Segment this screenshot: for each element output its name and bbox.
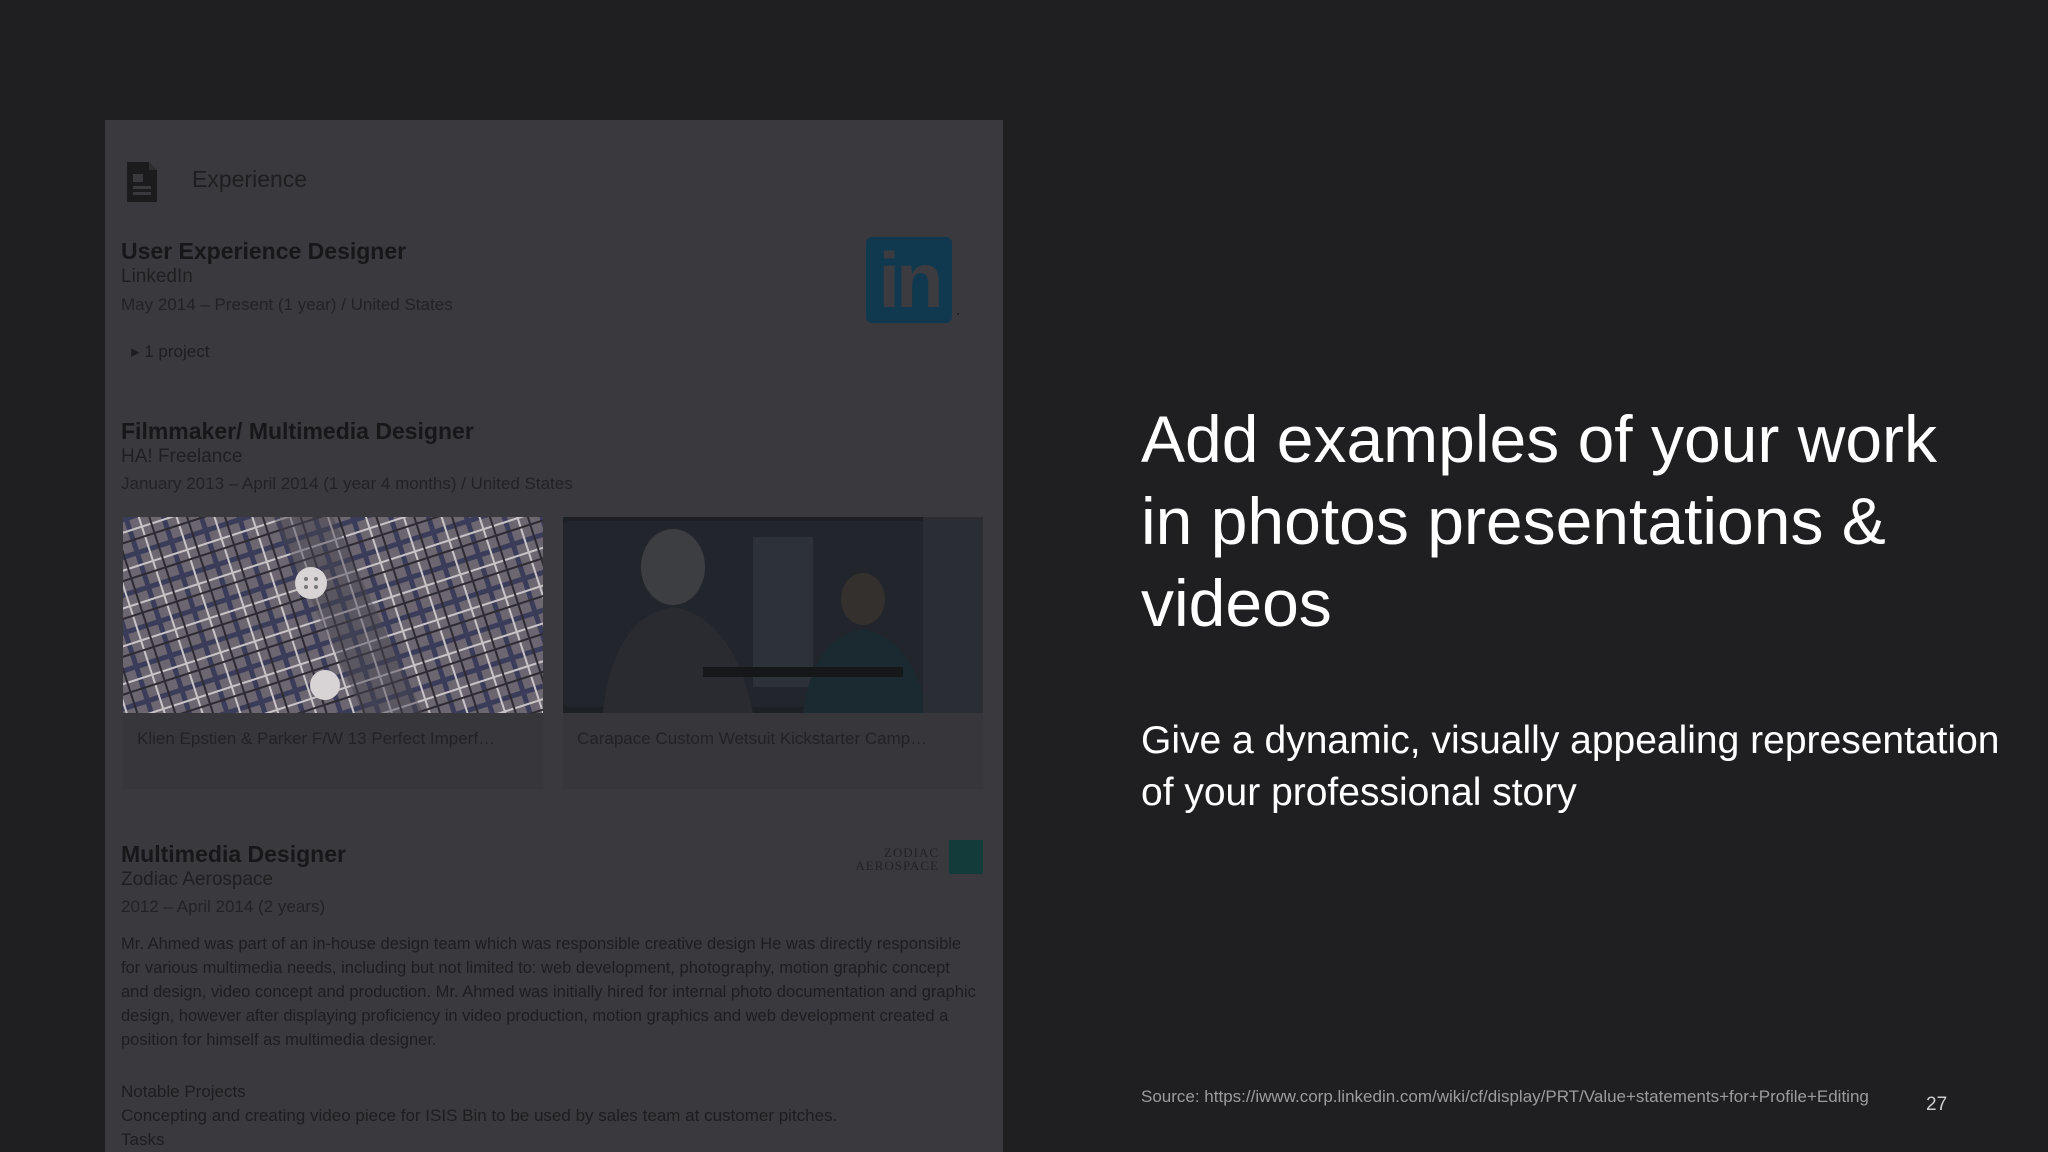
job-title: Multimedia Designer	[121, 841, 346, 867]
slide-headline: Add examples of your work in photos pres…	[1141, 402, 1938, 640]
source-citation: Source: https://iwww.corp.linkedin.com/w…	[1141, 1087, 1869, 1106]
job-meta: January 2013 – April 2014 (1 year 4 mont…	[121, 474, 573, 493]
job-meta: 2012 – April 2014 (2 years)	[121, 897, 326, 916]
slide-subheading: Give a dynamic, visually appealing repre…	[1141, 719, 2000, 814]
job-company: LinkedIn	[121, 266, 193, 287]
zodiac-aerospace-logo: ZODIAC AEROSPACE	[849, 840, 987, 878]
slide: Experience User Experience Designer Link…	[0, 0, 2048, 1152]
media-card[interactable]: Klien Epstien & Parker F/W 13 Perfect Im…	[123, 517, 543, 789]
media-thumbnail-video-still	[563, 517, 983, 713]
notable-projects: Notable Projects Concepting and creating…	[121, 1080, 837, 1152]
job-meta: May 2014 – Present (1 year) / United Sta…	[121, 295, 453, 314]
document-icon	[127, 162, 157, 202]
linkedin-logo: in.	[866, 237, 960, 323]
section-title: Experience	[192, 166, 308, 192]
media-card[interactable]: Carapace Custom Wetsuit Kickstarter Camp…	[563, 517, 983, 789]
job-company: HA! Freelance	[121, 446, 243, 467]
tasks-heading: Tasks	[121, 1130, 165, 1149]
media-thumbnail-plaid-shirt	[123, 517, 543, 713]
notable-heading: Notable Projects	[121, 1082, 246, 1101]
page-number: 27	[1926, 1094, 1948, 1115]
project-toggle[interactable]: ▸ 1 project	[131, 342, 209, 362]
media-caption: Carapace Custom Wetsuit Kickstarter Camp…	[577, 729, 928, 748]
job-company: Zodiac Aerospace	[121, 869, 274, 890]
linkedin-profile-screenshot: Experience User Experience Designer Link…	[105, 120, 1003, 1152]
job-title: Filmmaker/ Multimedia Designer	[121, 418, 474, 444]
job-description: Mr. Ahmed was part of an in-house design…	[121, 935, 976, 1049]
notable-item: Concepting and creating video piece for …	[121, 1106, 838, 1125]
job-title: User Experience Designer	[121, 238, 407, 264]
media-caption: Klien Epstien & Parker F/W 13 Perfect Im…	[137, 729, 496, 748]
